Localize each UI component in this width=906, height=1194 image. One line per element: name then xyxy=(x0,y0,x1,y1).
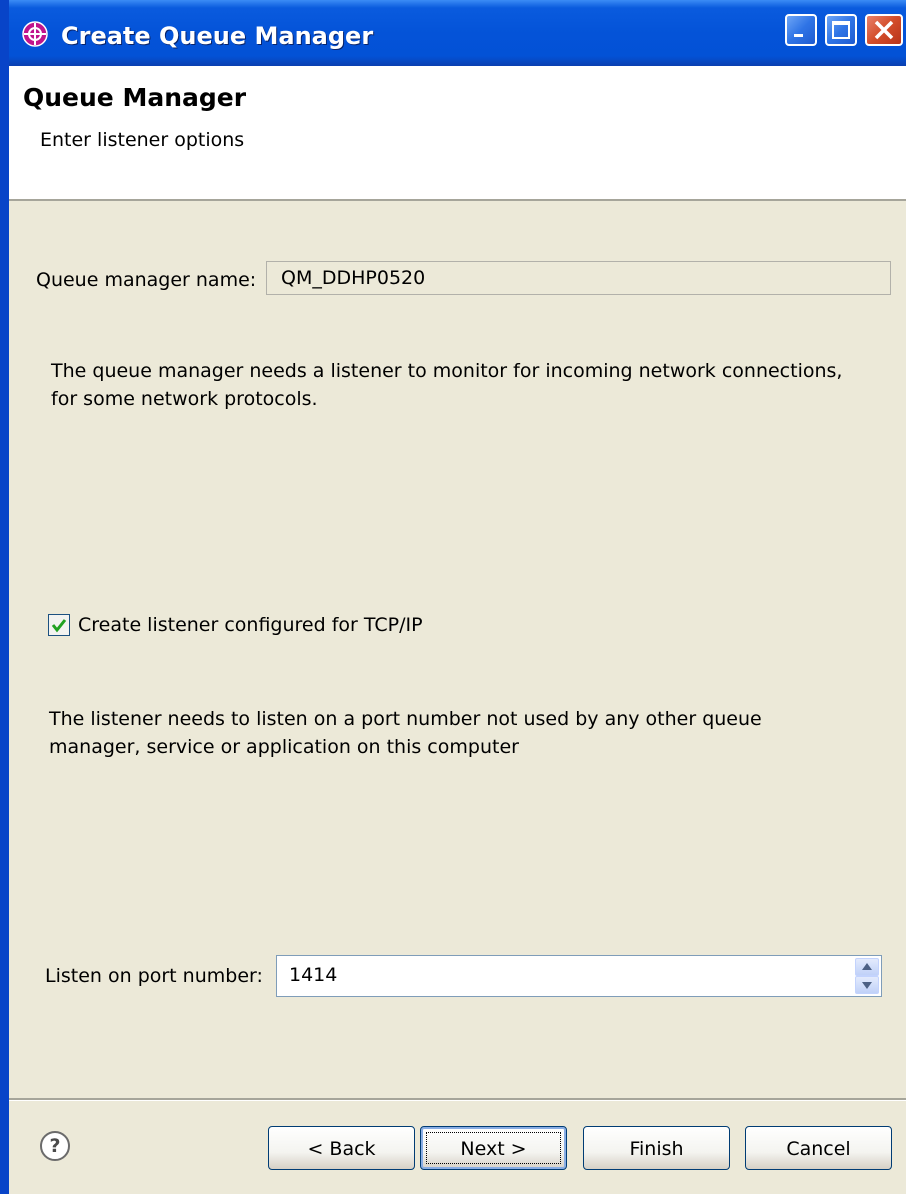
title-bar[interactable]: Create Queue Manager xyxy=(0,0,906,66)
queue-manager-name-field: QM_DDHP0520 xyxy=(266,261,891,295)
window-title: Create Queue Manager xyxy=(61,22,374,50)
increment-button[interactable] xyxy=(855,958,879,976)
checkmark-icon xyxy=(51,619,67,633)
wizard-header: Queue Manager Enter listener options xyxy=(9,66,906,201)
focus-indicator xyxy=(426,1132,561,1164)
maximize-button[interactable] xyxy=(825,14,857,46)
tcp-listener-label[interactable]: Create listener configured for TCP/IP xyxy=(78,614,423,636)
port-description: The listener needs to listen on a port n… xyxy=(49,708,762,758)
arrow-up-icon xyxy=(862,963,872,970)
arrow-down-icon xyxy=(862,982,872,989)
queue-manager-icon xyxy=(22,21,48,47)
cancel-button[interactable]: Cancel xyxy=(745,1126,892,1170)
port-number-spinner[interactable]: 1414 xyxy=(276,955,882,997)
listener-description: The queue manager needs a listener to mo… xyxy=(51,360,843,410)
maximize-icon xyxy=(832,21,850,39)
page-subtitle: Enter listener options xyxy=(40,129,245,151)
help-icon[interactable]: ? xyxy=(40,1131,70,1161)
back-button[interactable]: < Back xyxy=(268,1126,415,1170)
tcp-listener-checkbox[interactable] xyxy=(48,614,70,636)
minimize-button[interactable] xyxy=(785,14,817,46)
port-number-label: Listen on port number: xyxy=(45,965,263,987)
spinner-controls xyxy=(855,958,879,994)
window-frame xyxy=(0,66,9,1194)
button-bar-separator xyxy=(9,1098,906,1101)
port-number-input[interactable]: 1414 xyxy=(289,964,337,986)
finish-button[interactable]: Finish xyxy=(583,1126,730,1170)
create-queue-manager-window: Create Queue Manager Queue Manager Enter… xyxy=(0,0,906,1194)
page-title: Queue Manager xyxy=(23,83,247,112)
close-button[interactable] xyxy=(865,14,903,46)
queue-manager-name-label: Queue manager name: xyxy=(36,269,257,291)
decrement-button[interactable] xyxy=(855,976,879,994)
next-button[interactable]: Next > xyxy=(420,1126,567,1170)
minimize-icon xyxy=(794,34,803,37)
close-icon xyxy=(874,20,894,40)
